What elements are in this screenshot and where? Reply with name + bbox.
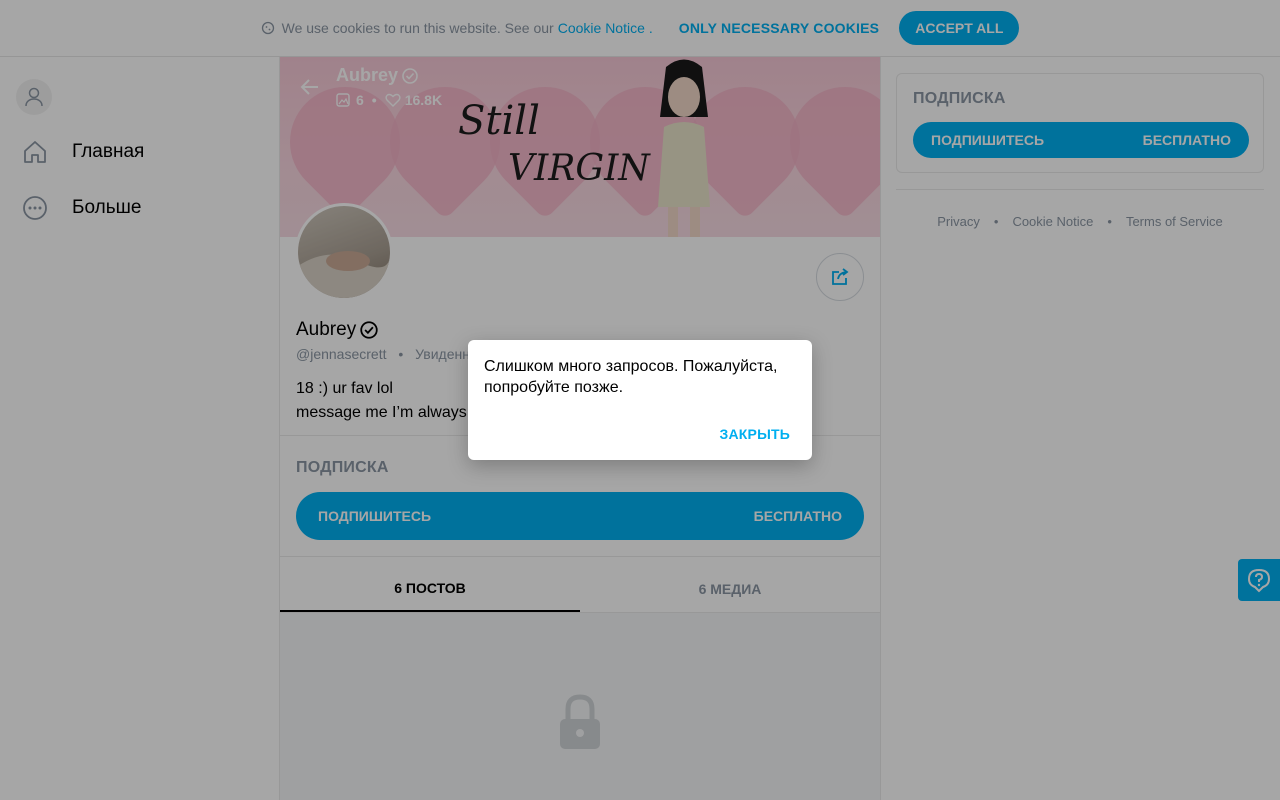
error-dialog: Слишком много запросов. Пожалуйста, попр… [468,340,812,460]
close-button[interactable]: ЗАКРЫТЬ [720,426,790,442]
error-message: Слишком много запросов. Пожалуйста, попр… [484,358,778,396]
